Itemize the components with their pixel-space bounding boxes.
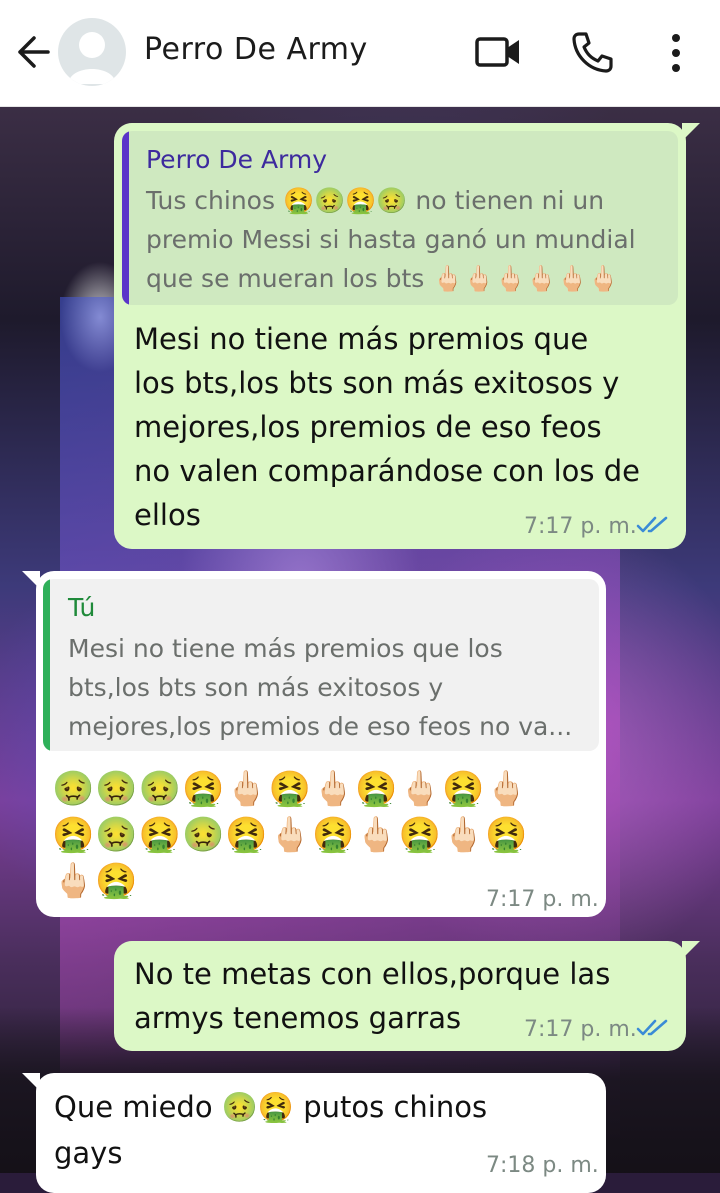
message-line: 🖕🏻🤮 [52,861,139,901]
bubble-tail [682,941,700,959]
bubble-tail [22,1073,40,1091]
message-line: 🤢🤢🤢🤮🖕🏻🤮🖕🏻🤮🖕🏻🤮🖕🏻 [52,769,529,809]
message-bubble-outgoing[interactable]: Perro De Army Tus chinos 🤮🤢🤮🤢 no tienen … [114,123,700,549]
quote-author: Tú [68,593,96,622]
message-time: 7:17 p. m. [524,514,637,539]
message-line: armys tenemos garras [134,1001,462,1035]
quote-author: Perro De Army [146,145,328,174]
bubble-tail [682,123,700,141]
quote-accent-bar [43,579,50,751]
quote-line: bts,los bts son más exitosos y [68,673,444,702]
message-bubble-outgoing[interactable]: No te metas con ellos,porque las armys t… [114,941,700,1051]
quote-line: que se mueran los bts 🖕🏻🖕🏻🖕🏻🖕🏻🖕🏻🖕🏻 [146,264,619,293]
message-time: 7:17 p. m. [486,887,599,912]
contact-name[interactable]: Perro De Army [144,32,368,67]
quoted-message[interactable]: Perro De Army Tus chinos 🤮🤢🤮🤢 no tienen … [122,131,678,305]
quote-line: premio Messi si hasta ganó un mundial [146,225,636,254]
message-line: No te metas con ellos,porque las [134,957,611,991]
phone-icon[interactable] [570,30,614,74]
message-time: 7:17 p. m. [524,1017,637,1042]
message-line: los bts,los bts son más exitosos y [134,366,620,400]
message-line: ellos [134,498,201,532]
default-avatar-icon [68,32,116,84]
message-line: no valen comparándose con los de [134,454,640,488]
message-bubble-incoming[interactable]: Tú Mesi no tiene más premios que los bts… [22,571,606,917]
quote-line: mejores,los premios de eso feos no va... [68,712,573,741]
message-line: gays [54,1136,123,1170]
message-line: mejores,los premios de eso feos [134,410,602,444]
avatar[interactable] [58,18,126,86]
message-line: 🤮🤢🤮🤢🤮🖕🏻🤮🖕🏻🤮🖕🏻🤮 [52,815,529,855]
arrow-left-icon[interactable] [14,34,52,70]
message-time: 7:18 p. m. [486,1153,599,1178]
message-line: Mesi no tiene más premios que [134,322,589,356]
quote-accent-bar [122,131,129,305]
message-bubble-incoming[interactable]: Que miedo 🤢🤮 putos chinos gays 7:18 p. m… [22,1073,606,1193]
bubble-tail [22,571,40,589]
quote-line: Tus chinos 🤮🤢🤮🤢 no tienen ni un [146,186,605,215]
chat-header: Perro De Army [0,0,720,107]
quoted-message[interactable]: Tú Mesi no tiene más premios que los bts… [43,579,599,751]
message-line: Que miedo 🤢🤮 putos chinos [54,1090,488,1124]
double-check-icon [636,516,668,533]
double-check-icon [636,1019,668,1036]
quote-line: Mesi no tiene más premios que los [68,634,503,663]
more-vertical-icon[interactable] [662,32,690,74]
video-camera-icon[interactable] [474,34,522,70]
